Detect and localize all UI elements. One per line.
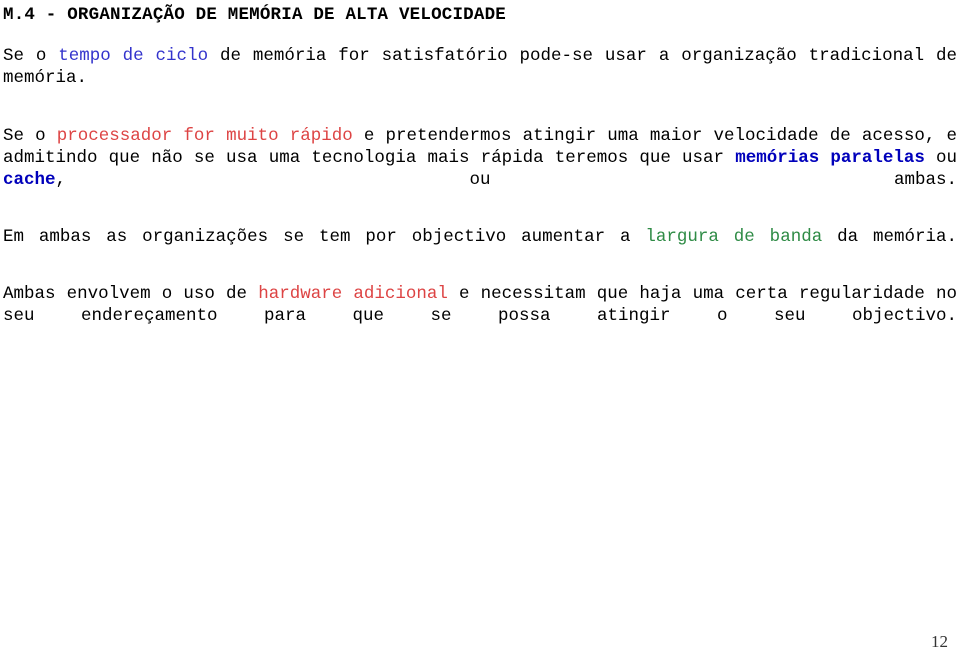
text-run: Em ambas as organizações se tem por obje… (3, 227, 646, 247)
page-title: M.4 - ORGANIZAÇÃO DE MEMÓRIA DE ALTA VEL… (3, 5, 506, 25)
text-run: , ou ambas. (55, 170, 957, 190)
document-page: M.4 - ORGANIZAÇÃO DE MEMÓRIA DE ALTA VEL… (0, 0, 960, 660)
highlight-green-run: largura de banda (645, 227, 823, 247)
page-number: 12 (931, 632, 948, 651)
term-blue-bold-run: memórias paralelas (735, 148, 925, 168)
paragraph-cycle-time: Se o tempo de ciclo de memória for satis… (3, 45, 957, 111)
highlight-blue-run: tempo de ciclo (58, 46, 209, 66)
term-blue-bold-run: cache (3, 170, 56, 190)
highlight-red-run: hardware adicional (258, 284, 448, 304)
text-run: Ambas envolvem o uso de (3, 284, 259, 304)
text-run: Se o (3, 126, 57, 146)
text-run: da memória. (822, 227, 957, 247)
spacer-after-title (3, 27, 957, 45)
highlight-red-run: processador for muito rápido (56, 126, 353, 146)
text-run: ou (924, 148, 957, 168)
document-body: M.4 - ORGANIZAÇÃO DE MEMÓRIA DE ALTA VEL… (3, 0, 957, 349)
paragraph-bandwidth: Em ambas as organizações se tem por obje… (3, 226, 957, 270)
paragraph-fast-processor: Se o processador for muito rápido e pret… (3, 125, 957, 213)
paragraph-additional-hardware: Ambas envolvem o uso de hardware adicion… (3, 283, 957, 349)
text-run: Se o (3, 46, 59, 66)
